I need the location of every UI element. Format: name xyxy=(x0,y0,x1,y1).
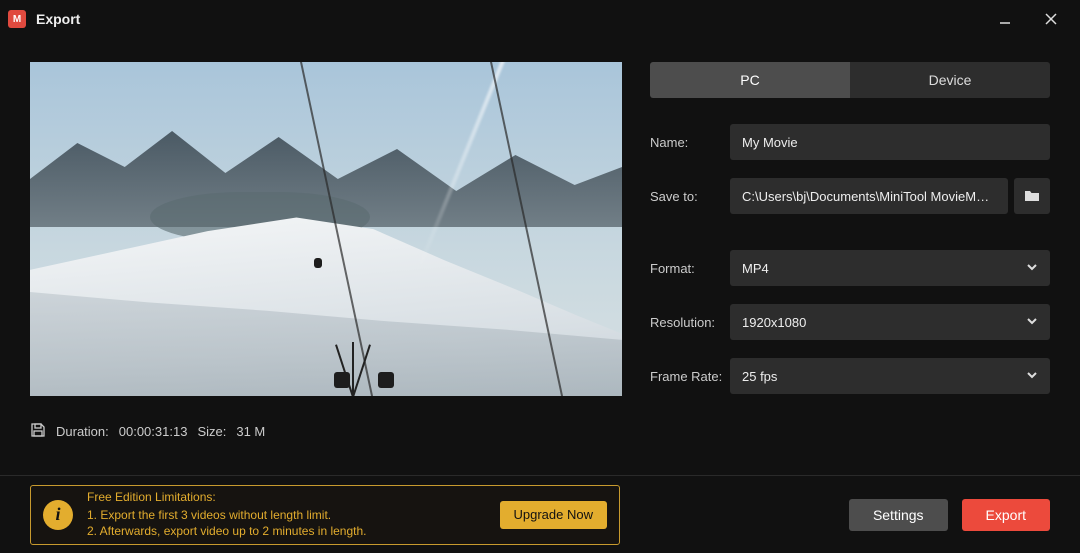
browse-button[interactable] xyxy=(1014,178,1050,214)
window-title: Export xyxy=(36,11,80,27)
minimize-button[interactable] xyxy=(984,4,1026,34)
upgrade-button[interactable]: Upgrade Now xyxy=(500,501,608,529)
name-input[interactable] xyxy=(730,124,1050,160)
saveto-input[interactable] xyxy=(730,178,1008,214)
folder-icon xyxy=(1023,187,1041,205)
preview-thumbnail xyxy=(30,62,622,396)
name-label: Name: xyxy=(650,135,730,150)
export-button[interactable]: Export xyxy=(962,499,1050,531)
info-icon: i xyxy=(43,500,73,530)
limitations-text: Free Edition Limitations: 1. Export the … xyxy=(87,489,486,540)
limitations-title: Free Edition Limitations: xyxy=(87,489,486,506)
format-value: MP4 xyxy=(742,261,769,276)
tab-device[interactable]: Device xyxy=(850,62,1050,98)
format-label: Format: xyxy=(650,261,730,276)
chevron-down-icon xyxy=(1026,369,1038,384)
footer: i Free Edition Limitations: 1. Export th… xyxy=(0,475,1080,553)
resolution-select[interactable]: 1920x1080 xyxy=(730,304,1050,340)
resolution-label: Resolution: xyxy=(650,315,730,330)
limitations-line1: 1. Export the first 3 videos without len… xyxy=(87,507,486,524)
size-value: 31 M xyxy=(236,424,265,439)
titlebar: M Export xyxy=(0,0,1080,38)
duration-value: 00:00:31:13 xyxy=(119,424,188,439)
export-target-tabs: PC Device xyxy=(650,62,1050,98)
settings-button[interactable]: Settings xyxy=(849,499,948,531)
framerate-select[interactable]: 25 fps xyxy=(730,358,1050,394)
format-select[interactable]: MP4 xyxy=(730,250,1050,286)
saveto-label: Save to: xyxy=(650,189,730,204)
app-icon: M xyxy=(8,10,26,28)
tab-pc[interactable]: PC xyxy=(650,62,850,98)
duration-label: Duration: xyxy=(56,424,109,439)
framerate-label: Frame Rate: xyxy=(650,369,730,384)
resolution-value: 1920x1080 xyxy=(742,315,806,330)
save-icon xyxy=(30,422,46,441)
chevron-down-icon xyxy=(1026,261,1038,276)
limitations-panel: i Free Edition Limitations: 1. Export th… xyxy=(30,485,620,545)
file-meta: Duration: 00:00:31:13 Size: 31 M xyxy=(30,422,622,441)
limitations-line2: 2. Afterwards, export video up to 2 minu… xyxy=(87,523,486,540)
close-button[interactable] xyxy=(1030,4,1072,34)
chevron-down-icon xyxy=(1026,315,1038,330)
size-label: Size: xyxy=(197,424,226,439)
framerate-value: 25 fps xyxy=(742,369,777,384)
